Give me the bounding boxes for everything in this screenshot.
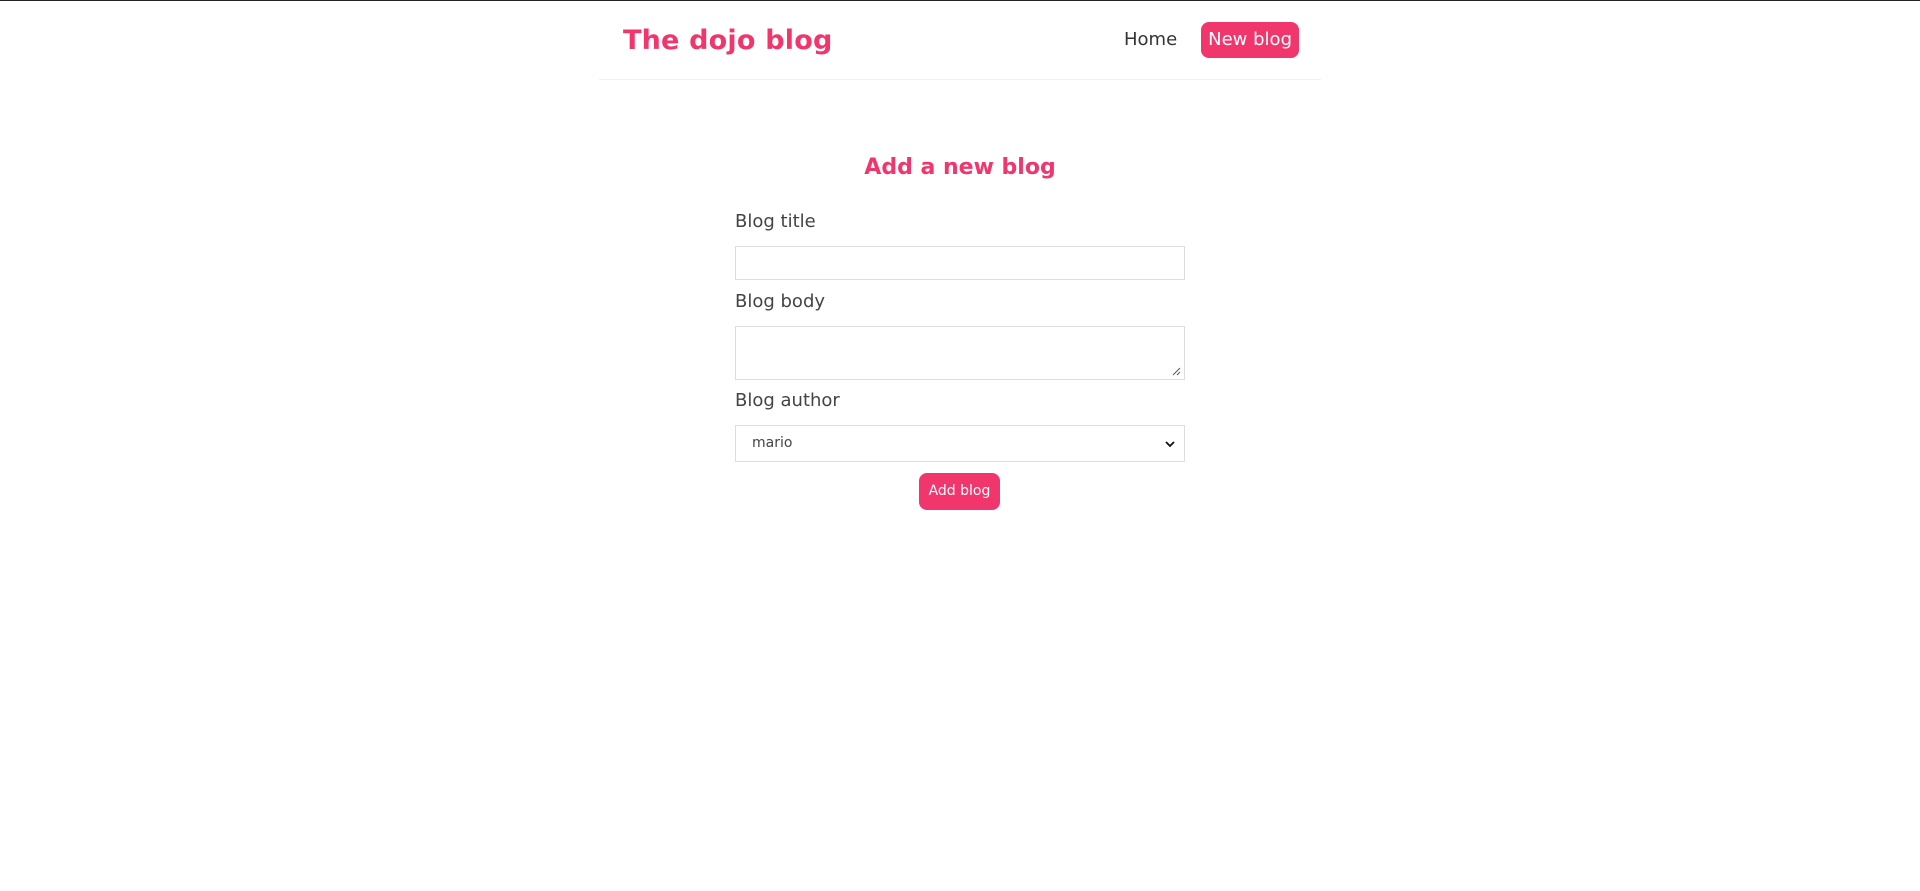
site-title: The dojo blog <box>623 25 833 56</box>
blog-author-selected: mario <box>752 435 793 451</box>
blog-author-select[interactable]: mario <box>735 425 1185 462</box>
blog-body-textarea[interactable] <box>735 326 1185 380</box>
add-blog-button[interactable]: Add blog <box>919 473 1000 510</box>
page-title: Add a new blog <box>864 155 1056 180</box>
blog-author-label: Blog author <box>735 390 840 411</box>
blog-body-label: Blog body <box>735 291 826 312</box>
blog-title-label: Blog title <box>735 211 816 232</box>
resize-grip-icon[interactable] <box>1172 367 1181 376</box>
blog-title-input[interactable] <box>735 246 1185 280</box>
navbar: The dojo blog Home New blog <box>599 1 1321 80</box>
chevron-down-icon <box>1165 441 1175 448</box>
nav-links: Home New blog <box>1124 22 1299 58</box>
nav-link-home[interactable]: Home <box>1124 22 1177 58</box>
nav-link-new-blog[interactable]: New blog <box>1201 22 1299 58</box>
